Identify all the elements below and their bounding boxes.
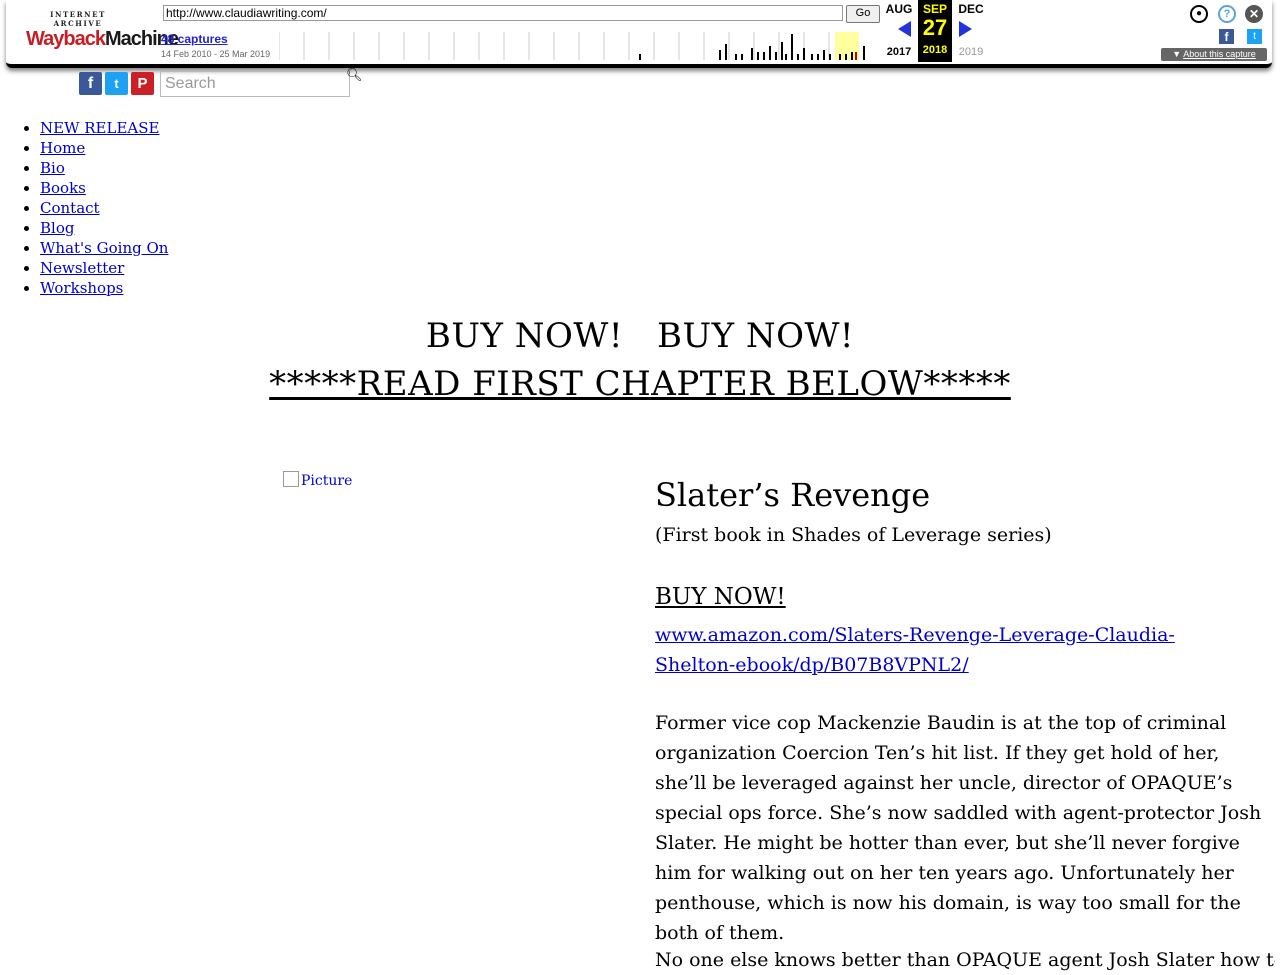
prev-year: 2017	[886, 46, 912, 58]
capture-sparkline[interactable]	[279, 32, 879, 60]
broken-image-icon	[283, 471, 299, 487]
buy-now-headline: BUY NOW! BUY NOW!	[425, 316, 855, 356]
nav-link-workshops[interactable]: Workshops	[40, 279, 123, 297]
sparkline-bars	[639, 34, 865, 60]
nav-link-books[interactable]: Books	[40, 179, 86, 197]
account-icon[interactable]: ●	[1190, 5, 1208, 23]
next-month[interactable]: DEC	[954, 2, 988, 16]
search-input[interactable]: Search	[160, 71, 350, 97]
nav-link-blog[interactable]: Blog	[40, 219, 74, 237]
wayback-toolbar: INTERNET ARCHIVE WaybackMachine http://w…	[6, 0, 1272, 68]
about-capture-button[interactable]: ▼ About this capture	[1161, 48, 1267, 61]
nav-item-whats-going-on: What's Going On	[40, 238, 168, 258]
nav-item-contact: Contact	[40, 198, 168, 218]
twitter-icon[interactable]: t	[105, 72, 128, 95]
search-icons[interactable]: 🔍︎	[346, 68, 362, 83]
capture-date-range: 14 Feb 2010 - 25 Mar 2019	[161, 49, 271, 59]
go-button[interactable]: Go	[846, 5, 880, 23]
logo-top-text: INTERNET ARCHIVE	[50, 10, 106, 28]
main-nav: NEW RELEASE Home Bio Books Contact Blog …	[0, 118, 168, 298]
nav-link-new-release[interactable]: NEW RELEASE	[40, 119, 159, 137]
nav-link-contact[interactable]: Contact	[40, 199, 100, 217]
logo-red: Wayback	[26, 28, 106, 50]
book-description-continued: No one else knows better than OPAQUE age…	[655, 949, 1275, 971]
current-month: SEP	[922, 2, 947, 16]
sparkline-year-dividers	[279, 32, 855, 60]
book-subtitle: (First book in Shades of Leverage series…	[655, 524, 1052, 546]
about-capture-label: About this capture	[1183, 49, 1256, 59]
nav-item-books: Books	[40, 178, 168, 198]
amazon-link[interactable]: www.amazon.com/Slaters-Revenge-Leverage-…	[655, 620, 1255, 680]
picture-alt-text: Picture	[301, 473, 353, 489]
twitter-share-icon[interactable]: t	[1247, 29, 1262, 44]
nav-link-home[interactable]: Home	[40, 139, 85, 157]
prev-arrow-icon[interactable]	[898, 21, 911, 37]
read-chapter-headline: *****READ FIRST CHAPTER BELOW*****	[0, 364, 1280, 404]
nav-item-workshops: Workshops	[40, 278, 168, 298]
url-input[interactable]: http://www.claudiawriting.com/	[163, 5, 843, 21]
nav-link-newsletter[interactable]: Newsletter	[40, 259, 124, 277]
current-date-block: SEP 27 2018	[918, 0, 952, 62]
captures-link[interactable]: 48 captures	[161, 32, 228, 46]
read-chapter-text[interactable]: *****READ FIRST CHAPTER BELOW*****	[269, 364, 1011, 404]
current-year: 2018	[922, 44, 948, 56]
prev-month[interactable]: AUG	[882, 2, 916, 16]
nav-item-blog: Blog	[40, 218, 168, 238]
facebook-share-icon[interactable]: f	[1219, 29, 1234, 44]
nav-item-new-release: NEW RELEASE	[40, 118, 168, 138]
book-description: Former vice cop Mackenzie Baudin is at t…	[655, 712, 1262, 944]
buy-now-label[interactable]: BUY NOW!	[655, 584, 786, 610]
pinterest-icon[interactable]: P	[131, 72, 154, 95]
book-title: Slater’s Revenge	[655, 476, 931, 514]
current-day: 27	[922, 15, 948, 40]
facebook-icon[interactable]: f	[79, 72, 102, 95]
nav-item-home: Home	[40, 138, 168, 158]
close-icon[interactable]: ✕	[1245, 5, 1263, 23]
next-year: 2019	[958, 46, 984, 58]
search-icon[interactable]: 🔍︎	[346, 68, 362, 83]
nav-item-bio: Bio	[40, 158, 168, 178]
logo-main-text: WaybackMachine	[26, 28, 179, 50]
nav-item-newsletter: Newsletter	[40, 258, 168, 278]
nav-link-whats-going-on[interactable]: What's Going On	[40, 239, 168, 257]
nav-link-bio[interactable]: Bio	[40, 159, 65, 177]
help-icon[interactable]: ?	[1218, 5, 1236, 23]
sparkline-current-capture	[855, 52, 857, 60]
wayback-logo[interactable]: INTERNET ARCHIVE WaybackMachine	[26, 10, 179, 50]
next-arrow-icon[interactable]	[959, 21, 972, 37]
book-cover-picture: Picture	[283, 471, 352, 489]
